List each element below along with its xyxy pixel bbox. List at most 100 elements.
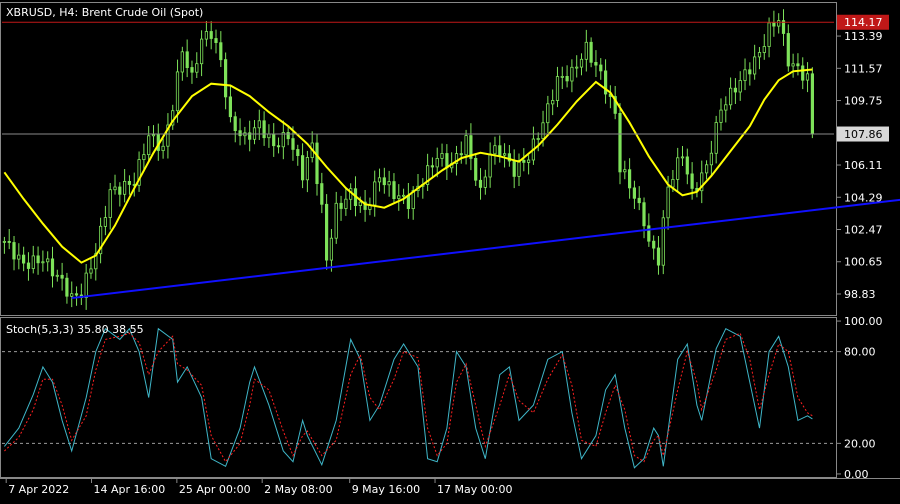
time-axis: 7 Apr 2022 14 Apr 16:00 25 Apr 00:00 2 May … (5, 478, 512, 496)
candle-body (401, 194, 406, 197)
candle-body (661, 217, 665, 266)
candle-body (108, 189, 112, 218)
candle-body (12, 242, 16, 260)
candle-body (628, 169, 632, 189)
candle-body (267, 133, 271, 139)
candle-body (637, 197, 641, 204)
candle-body (623, 169, 627, 173)
candle-body (21, 254, 26, 264)
candle-body (474, 157, 478, 181)
candle-body (517, 159, 521, 177)
chart-root: 113.39111.57109.75107.93106.11104.29102.… (0, 0, 900, 500)
price-tick-label: 106.11 (844, 159, 883, 172)
candle-body (387, 181, 391, 186)
chart-svg: 113.39111.57109.75107.93106.11104.29102.… (0, 2, 900, 496)
stoch-tick-label: 100.00 (844, 315, 883, 328)
candle-body (666, 186, 670, 219)
candle-body (358, 201, 362, 207)
candle-body (219, 42, 223, 61)
main-chart-title: XBRUSD, H4: Brent Crude Oil (Spot) (6, 6, 203, 19)
time-tick-label: 25 Apr 00:00 (179, 483, 251, 496)
candle-body (382, 177, 386, 186)
candle-body (767, 22, 771, 47)
candle-body (291, 138, 295, 150)
candle-body (680, 156, 685, 159)
candle-body (632, 187, 637, 199)
candle-body (483, 176, 487, 188)
candle-body (546, 103, 550, 124)
stoch-axis: 100.00 80.00 20.00 0.00 (836, 315, 883, 481)
candle-body (214, 38, 218, 43)
time-tick-label: 7 Apr 2022 (8, 483, 69, 496)
candle-body (801, 65, 805, 81)
candle-body (334, 202, 338, 239)
candle-body (7, 240, 11, 243)
candle-body (527, 159, 531, 163)
candle-body (257, 120, 261, 129)
candle-body (791, 63, 795, 67)
candle-body (142, 154, 146, 161)
candle-body (498, 145, 502, 156)
candle-body (180, 51, 184, 73)
candle-body (55, 274, 59, 277)
candle-body (435, 157, 439, 168)
stoch-lines-group (2, 327, 834, 469)
candle-body (195, 63, 199, 73)
candle-body (676, 157, 680, 180)
candle-body (464, 135, 468, 156)
main-overlay-group (2, 21, 900, 300)
candle-body (339, 202, 343, 209)
trendline (71, 198, 900, 300)
time-tick-label: 2 May 08:00 (264, 483, 332, 496)
candle-body (599, 64, 603, 72)
candle-body (729, 87, 733, 106)
candle-body (488, 153, 492, 178)
candle-body (805, 73, 810, 81)
price-tick-label: 111.57 (844, 62, 883, 75)
candle-body (406, 194, 411, 210)
candle-body (228, 96, 232, 118)
candle-body (392, 181, 396, 200)
candle-body (324, 203, 329, 261)
candle-body (478, 179, 483, 188)
candle-body (584, 41, 588, 60)
candle-body (709, 152, 714, 166)
candle-body (719, 109, 723, 123)
candle-body (147, 135, 151, 156)
stoch-tick-label: 80.00 (844, 346, 876, 359)
candle-body (551, 100, 555, 105)
candle-body (209, 31, 213, 39)
candle-body (397, 195, 401, 199)
candle-body (618, 113, 622, 173)
candle-body (430, 165, 435, 168)
candle-body (26, 262, 31, 269)
candle-body (296, 149, 300, 156)
candle-body (272, 133, 276, 147)
candle-body (714, 122, 718, 154)
candle-body (647, 225, 651, 242)
candle-body (185, 51, 189, 68)
price-tick-label: 113.39 (844, 30, 883, 43)
candle-body (522, 159, 526, 163)
candle-body (772, 22, 776, 27)
candle-body (223, 59, 228, 98)
current-price-tag-label: 107.86 (844, 128, 883, 141)
candle-body (31, 255, 35, 269)
high-price-tag-label: 114.17 (844, 16, 883, 29)
candle-body (46, 258, 50, 263)
candle-body (113, 186, 117, 191)
candle-body (733, 87, 738, 93)
candle-body (281, 132, 285, 148)
stoch-indicator-title: Stoch(5,3,3) 35.80 38.55 (6, 323, 144, 336)
candle-body (502, 153, 507, 156)
candle-body (315, 142, 319, 184)
candle-body (50, 258, 55, 277)
candle-body (377, 177, 382, 183)
candle-body (536, 138, 540, 140)
candle-body (796, 63, 800, 67)
candle-body (320, 183, 324, 205)
candle-body (329, 237, 334, 261)
candle-body (656, 247, 661, 266)
candle-body (89, 268, 93, 274)
candle-body (753, 56, 757, 75)
